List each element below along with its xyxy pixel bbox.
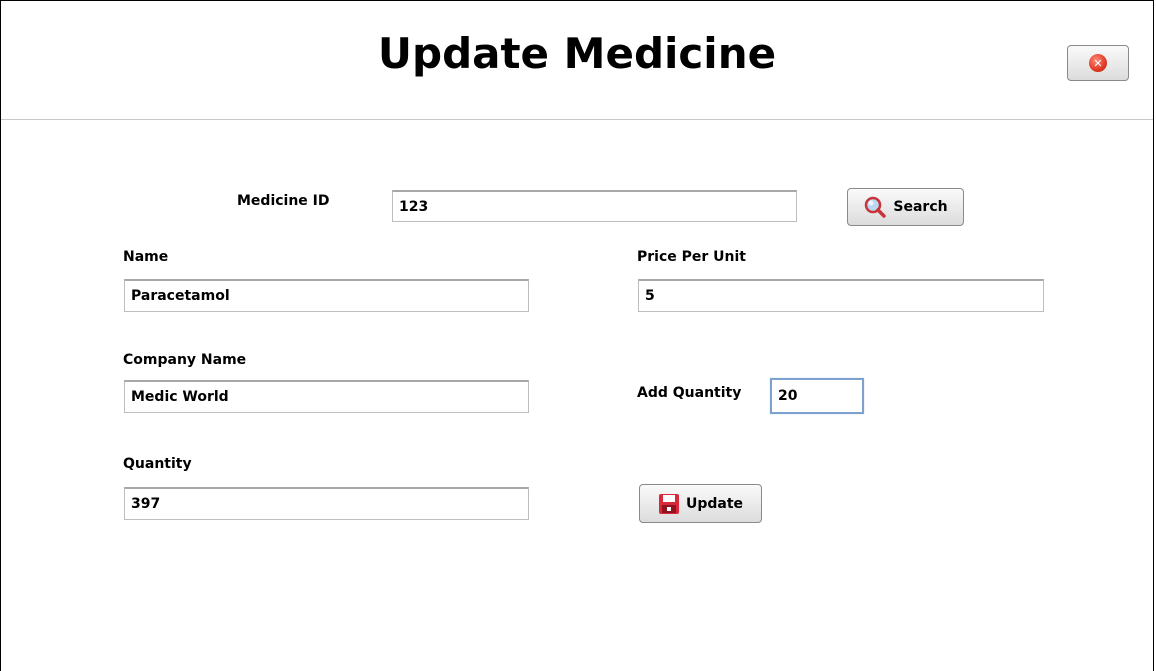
medicine-id-input[interactable]	[392, 190, 797, 222]
add-quantity-input[interactable]	[770, 378, 864, 414]
name-label: Name	[123, 249, 169, 265]
search-icon	[863, 195, 887, 219]
name-input[interactable]	[124, 279, 529, 312]
price-per-unit-label: Price Per Unit	[637, 249, 746, 265]
save-icon	[658, 493, 680, 515]
header: Update Medicine ✕	[1, 1, 1153, 120]
close-button[interactable]: ✕	[1067, 45, 1129, 81]
quantity-input[interactable]	[124, 487, 529, 520]
company-name-input[interactable]	[124, 380, 529, 413]
price-per-unit-input[interactable]	[638, 279, 1044, 312]
search-button[interactable]: Search	[847, 188, 964, 226]
close-icon: ✕	[1089, 54, 1107, 72]
company-name-label: Company Name	[123, 352, 247, 368]
page-title: Update Medicine	[377, 29, 777, 78]
quantity-label: Quantity	[123, 456, 192, 472]
medicine-id-label: Medicine ID	[237, 193, 330, 209]
update-medicine-window: Update Medicine ✕ Medicine ID Search Nam…	[0, 0, 1154, 671]
update-button[interactable]: Update	[639, 484, 762, 523]
update-button-label: Update	[685, 495, 744, 512]
add-quantity-label: Add Quantity	[637, 385, 742, 401]
search-button-label: Search	[893, 199, 948, 215]
